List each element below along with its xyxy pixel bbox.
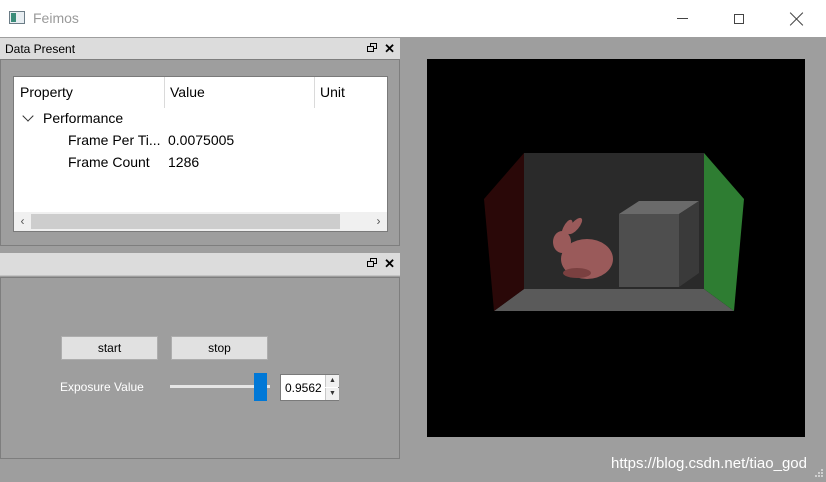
left-wall: [484, 153, 524, 311]
resize-grip-icon[interactable]: [812, 468, 824, 480]
exposure-label: Exposure Value: [60, 380, 144, 394]
spin-up-icon[interactable]: ▲: [325, 375, 339, 387]
cornell-box-render: [484, 153, 744, 311]
column-header-unit[interactable]: Unit: [314, 77, 387, 108]
watermark: https://blog.csdn.net/tiao_god: [611, 455, 807, 472]
table-row[interactable]: Frame Per Ti... 0.0075005: [14, 129, 387, 151]
horizontal-scrollbar[interactable]: ‹ ›: [14, 212, 387, 231]
window-title: Feimos: [33, 10, 79, 26]
cube-front: [619, 214, 679, 287]
controls-panel: [0, 277, 400, 459]
column-header-value[interactable]: Value: [164, 77, 314, 108]
chevron-down-icon[interactable]: [22, 110, 34, 122]
dock-close-icon[interactable]: ✕: [384, 255, 395, 272]
property-tree[interactable]: Property Value Unit Performance Frame Pe…: [13, 76, 388, 232]
value-cell: 0.0075005: [168, 132, 235, 148]
maximize-button[interactable]: [710, 0, 768, 37]
right-wall: [704, 153, 744, 311]
data-present-dock-titlebar[interactable]: Data Present ✕: [0, 38, 400, 60]
property-cell: Frame Count: [68, 154, 150, 170]
stop-button[interactable]: stop: [171, 336, 268, 360]
slider-handle[interactable]: [254, 373, 267, 401]
property-cell: Frame Per Ti...: [68, 132, 161, 148]
floor: [494, 289, 734, 311]
tree-header: Property Value Unit: [14, 77, 387, 108]
render-viewport[interactable]: [427, 59, 805, 437]
tree-group-performance[interactable]: Performance: [14, 107, 387, 129]
float-icon[interactable]: [367, 258, 378, 269]
scroll-left-icon[interactable]: ‹: [14, 212, 31, 231]
start-button[interactable]: start: [61, 336, 158, 360]
group-label: Performance: [43, 110, 124, 126]
close-window-button[interactable]: [768, 0, 826, 37]
scrollbar-thumb[interactable]: [31, 214, 340, 229]
float-icon[interactable]: [367, 43, 378, 54]
close-icon: [790, 12, 804, 26]
value-cell: 1286: [168, 154, 200, 170]
dock-title: Data Present: [5, 42, 76, 56]
data-present-panel: Property Value Unit Performance Frame Pe…: [0, 59, 400, 246]
table-row[interactable]: Frame Count 1286: [14, 151, 387, 173]
app-window-icon: [9, 11, 25, 24]
minimize-button[interactable]: [653, 0, 711, 37]
dock-close-icon[interactable]: ✕: [384, 40, 395, 57]
scroll-right-icon[interactable]: ›: [370, 212, 387, 231]
controls-dock-titlebar[interactable]: ✕: [0, 253, 400, 276]
spin-down-icon[interactable]: ▼: [325, 388, 339, 400]
cube-side: [679, 201, 699, 287]
column-header-property[interactable]: Property: [14, 77, 164, 108]
exposure-value: 0.9562: [285, 381, 322, 395]
minimize-icon: [676, 18, 688, 19]
title-bar: Feimos: [0, 0, 826, 37]
maximize-icon: [734, 13, 744, 24]
exposure-spinbox[interactable]: 0.9562 ▲ ▼: [280, 374, 339, 401]
